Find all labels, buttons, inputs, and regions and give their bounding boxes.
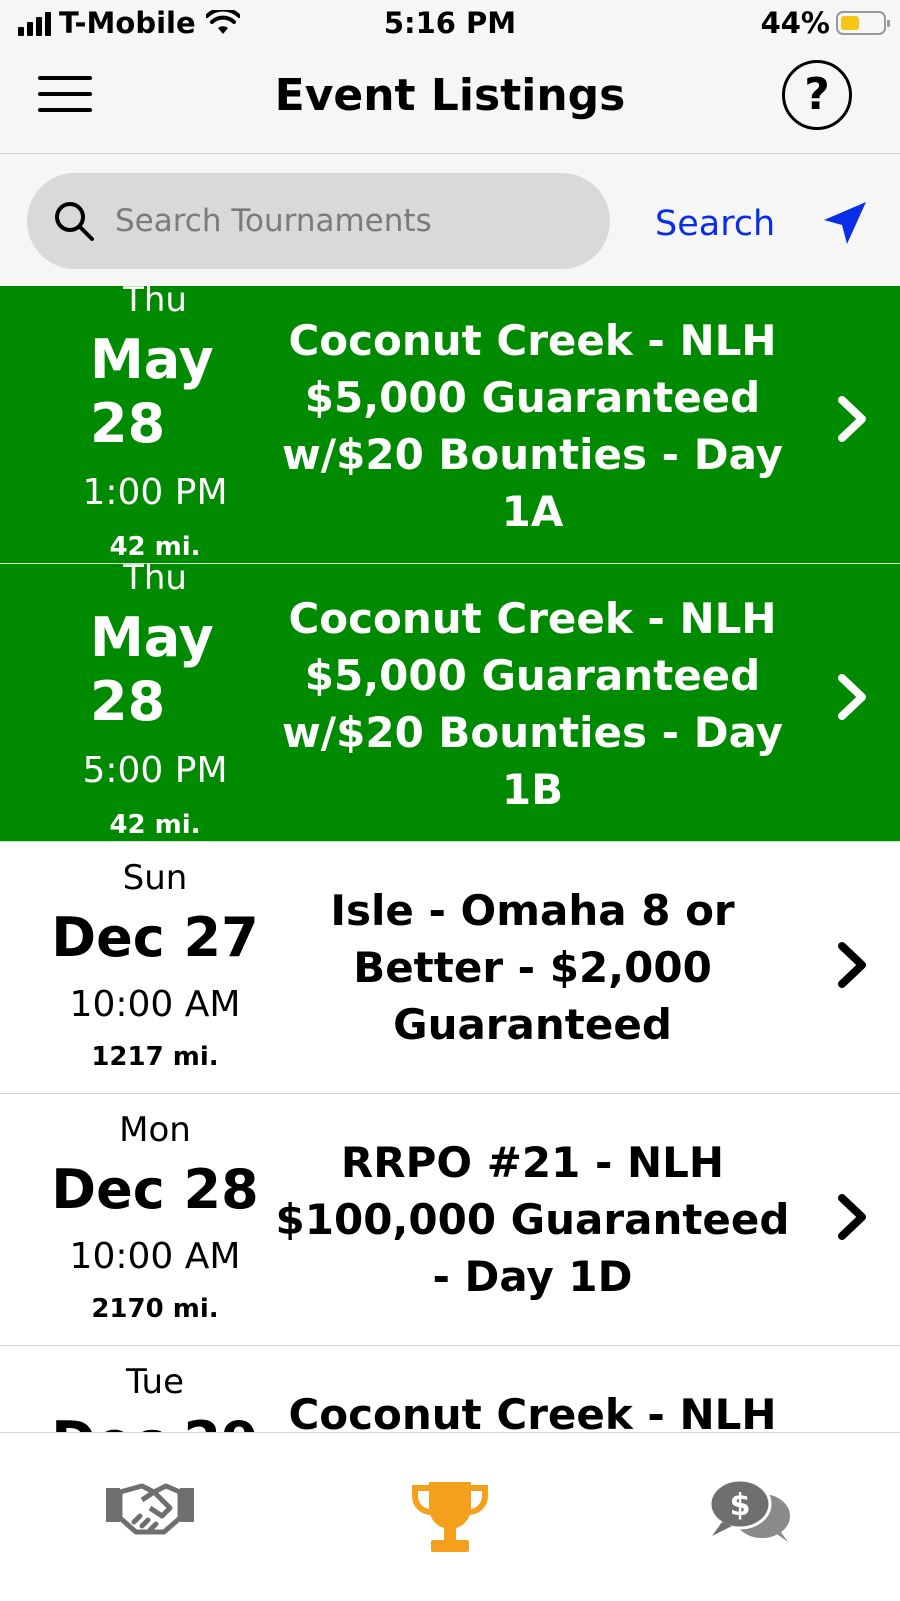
- handshake-icon: [106, 1483, 194, 1535]
- event-distance: 42 mi.: [109, 810, 201, 840]
- event-date: Tue Dec 29: [0, 1346, 270, 1432]
- event-month: May: [90, 328, 214, 391]
- status-bar: T-Mobile 5:16 PM 44%: [0, 0, 900, 50]
- event-weekday: Mon: [119, 1110, 191, 1150]
- event-title: Coconut Creek - NLH $5,000 Guaranteed w/…: [281, 594, 784, 814]
- event-distance: 1217 mi.: [91, 1042, 219, 1072]
- event-month: May: [90, 606, 214, 669]
- battery-fill: [841, 16, 859, 30]
- search-area: Search: [0, 154, 900, 286]
- event-row[interactable]: Thu May 28 5:00 PM 42 mi. Coconut Creek …: [0, 564, 900, 842]
- chevron-right-icon: [838, 942, 866, 988]
- event-weekday: Thu: [123, 286, 187, 320]
- event-title: Isle - Omaha 8 or Better - $2,000 Guaran…: [330, 886, 735, 1049]
- chevron-right-icon: [838, 674, 866, 720]
- event-row[interactable]: Tue Dec 29 Coconut Creek - NLH: [0, 1346, 900, 1432]
- event-row[interactable]: Mon Dec 28 10:00 AM 2170 mi. RRPO #21 - …: [0, 1094, 900, 1346]
- event-distance: 42 mi.: [109, 532, 201, 562]
- event-time: 10:00 AM: [69, 1236, 241, 1277]
- event-time: 1:00 PM: [82, 472, 228, 513]
- event-date-text: Dec 29: [0, 1410, 310, 1432]
- event-time: 10:00 AM: [69, 984, 241, 1025]
- search-button[interactable]: Search: [655, 204, 775, 244]
- event-title: RRPO #21 - NLH $100,000 Guaranteed - Day…: [275, 1138, 790, 1301]
- event-weekday: Tue: [125, 1362, 185, 1402]
- svg-text:$: $: [730, 1488, 751, 1523]
- event-row[interactable]: Thu May 28 1:00 PM 42 mi. Coconut Creek …: [0, 286, 900, 564]
- event-weekday: Thu: [123, 564, 187, 598]
- event-day: 28: [90, 670, 166, 733]
- nav-bar: Event Listings ?: [0, 50, 900, 154]
- event-date-text: Dec 28: [51, 1158, 259, 1221]
- event-row[interactable]: Sun Dec 27 10:00 AM 1217 mi. Isle - Omah…: [0, 842, 900, 1094]
- page-title: Event Listings: [274, 70, 626, 121]
- event-title: Coconut Creek - NLH $5,000 Guaranteed w/…: [281, 316, 784, 536]
- event-date: Thu May 28 1:00 PM 42 mi.: [0, 286, 270, 563]
- tab-deals[interactable]: [0, 1433, 300, 1601]
- tab-chat[interactable]: $: [600, 1433, 900, 1601]
- event-time: 5:00 PM: [82, 750, 228, 791]
- event-title: Coconut Creek - NLH: [288, 1390, 777, 1432]
- help-button[interactable]: ?: [782, 60, 852, 130]
- money-chat-icon: $: [708, 1478, 790, 1542]
- event-distance: 2170 mi.: [91, 1294, 219, 1324]
- chevron-right-icon: [838, 396, 866, 442]
- search-icon: [51, 198, 97, 244]
- chevron-right-icon: [838, 1194, 866, 1240]
- battery-percent: 44%: [760, 6, 830, 40]
- event-list: Thu May 28 1:00 PM 42 mi. Coconut Creek …: [0, 286, 900, 1432]
- event-weekday: Sun: [122, 858, 188, 898]
- tab-tournaments[interactable]: [300, 1433, 600, 1601]
- battery-icon: [836, 11, 890, 35]
- location-arrow-icon[interactable]: [820, 198, 870, 248]
- event-date: Sun Dec 27 10:00 AM 1217 mi.: [0, 842, 270, 1093]
- event-date-text: Dec 27: [51, 906, 259, 969]
- battery-group: 44%: [760, 6, 890, 40]
- event-day: 28: [90, 392, 166, 455]
- search-input[interactable]: [113, 202, 577, 240]
- tab-bar: $: [0, 1432, 900, 1601]
- event-date: Thu May 28 5:00 PM 42 mi.: [0, 564, 270, 841]
- search-box[interactable]: [27, 173, 610, 269]
- event-date: Mon Dec 28 10:00 AM 2170 mi.: [0, 1094, 270, 1345]
- trophy-icon: [412, 1482, 488, 1552]
